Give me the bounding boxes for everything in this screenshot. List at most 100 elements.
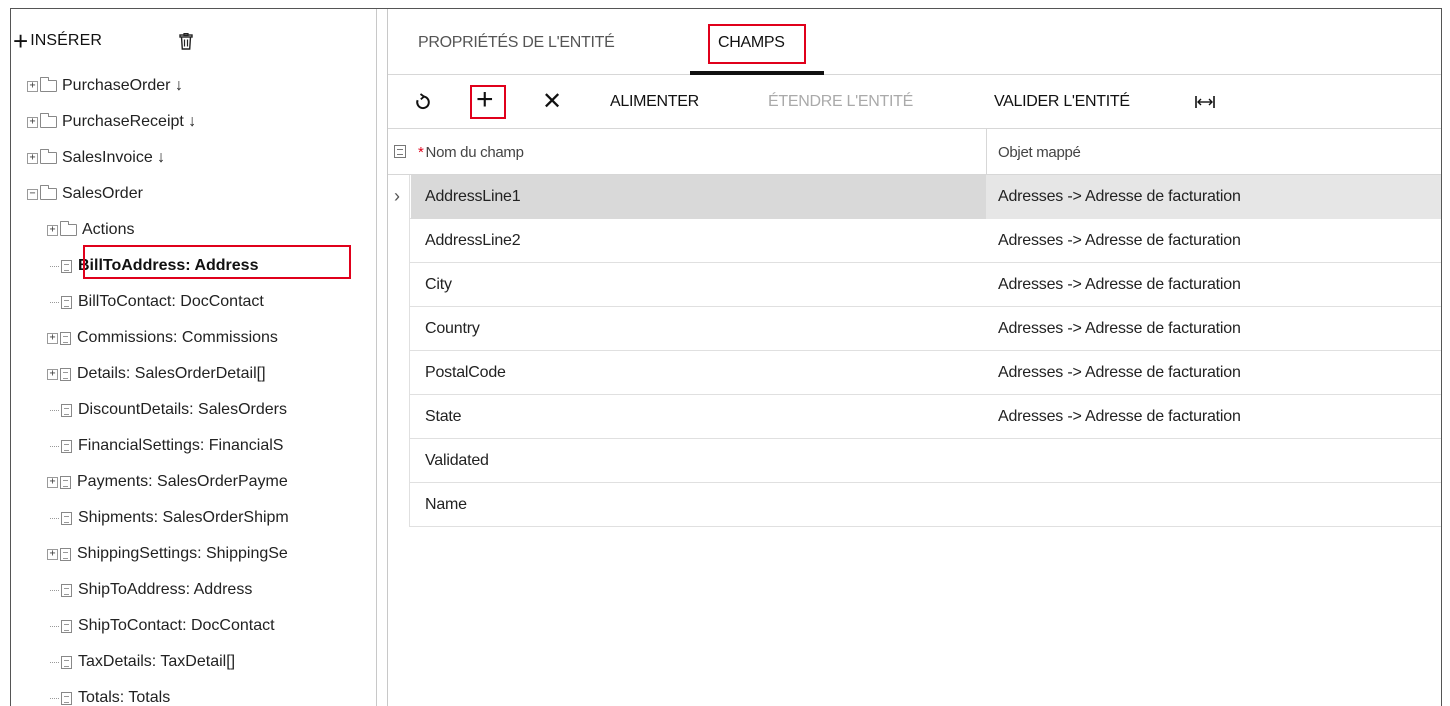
cell-mapped-object[interactable]: Adresses -> Adresse de facturation [986,263,1441,307]
cell-mapped-object[interactable]: Adresses -> Adresse de facturation [986,351,1441,395]
tree-node[interactable]: TaxDetails: TaxDetail[] [47,647,235,677]
tree-node[interactable]: + PurchaseOrder ↓ [27,71,183,101]
cell-field-name[interactable]: PostalCode [411,351,986,395]
tab-entity-properties[interactable]: PROPRIÉTÉS DE L'ENTITÉ [418,34,615,52]
document-icon [60,331,71,345]
cell-mapped-object[interactable] [986,483,1441,527]
tree-node[interactable]: + SalesInvoice ↓ [27,143,165,173]
row-selector[interactable] [388,439,410,483]
cell-field-name[interactable]: Validated [411,439,986,483]
cell-field-name[interactable]: Country [411,307,986,351]
tree-node[interactable]: ShipToContact: DocContact [47,611,275,641]
column-settings-icon[interactable] [394,145,406,158]
tree-connector [50,589,59,591]
folder-icon [40,113,57,128]
folder-icon [40,185,57,200]
table-row[interactable]: Name [388,483,1441,527]
tree-node[interactable]: Totals: Totals [47,683,170,706]
document-icon [61,259,72,273]
current-row-arrow-icon: › [394,186,400,206]
table-row[interactable]: State Adresses -> Adresse de facturation [388,395,1441,439]
cell-field-name[interactable]: State [411,395,986,439]
extend-entity-button[interactable]: ÉTENDRE L'ENTITÉ [768,93,913,111]
document-icon [61,511,72,525]
folder-icon [60,221,77,236]
cell-mapped-object[interactable]: Adresses -> Adresse de facturation [986,219,1441,263]
expand-icon[interactable]: + [27,80,38,92]
tree-connector [50,445,59,447]
tree-node[interactable]: Shipments: SalesOrderShipm [47,503,289,533]
tree-connector [50,697,59,699]
document-icon [61,403,72,417]
cell-field-name[interactable]: AddressLine1 [411,175,986,219]
table-row[interactable]: AddressLine2 Adresses -> Adresse de factu… [388,219,1441,263]
folder-icon [40,77,57,92]
row-selector[interactable] [388,351,410,395]
document-icon [61,439,72,453]
column-header-field-name[interactable]: * Nom du champ [418,144,524,161]
cell-mapped-object[interactable] [986,439,1441,483]
tree-node-label: Actions [82,221,135,238]
cell-field-name[interactable]: AddressLine2 [411,219,986,263]
table-row[interactable]: › AddressLine1 Adresses -> Adresse de fact… [388,175,1441,219]
feed-button[interactable]: ALIMENTER [610,93,699,111]
tree-node-label: Totals: Totals [78,689,171,706]
table-row[interactable]: PostalCode Adresses -> Adresse de factura… [388,351,1441,395]
row-selector[interactable] [388,263,410,307]
delete-row-icon[interactable]: ✕ [542,87,562,117]
tree-node[interactable]: DiscountDetails: SalesOrders [47,395,287,425]
table-row[interactable]: Validated [388,439,1441,483]
tree-node-label: Details: SalesOrderDetail[] [77,365,266,382]
tree-node[interactable]: + Details: SalesOrderDetail[] [47,359,266,389]
collapse-icon[interactable]: − [27,188,38,200]
insert-button[interactable]: + INSÉRER [13,26,103,56]
cell-field-name[interactable]: Name [411,483,986,527]
cell-mapped-object[interactable]: Adresses -> Adresse de facturation [986,395,1441,439]
column-separator[interactable] [986,129,987,175]
grid-header: * Nom du champ Objet mappé [388,129,1441,175]
row-selector[interactable]: › [388,175,410,219]
expand-icon[interactable]: + [47,476,58,488]
table-row[interactable]: City Adresses -> Adresse de facturation [388,263,1441,307]
tree-node-label: SalesOrder [62,185,143,202]
cell-field-name[interactable]: City [411,263,986,307]
column-header-field-name-label: Nom du champ [425,144,524,161]
plus-icon[interactable]: + [476,83,494,117]
row-selector[interactable] [388,219,410,263]
tree-node[interactable]: BillToContact: DocContact [47,287,264,317]
fit-columns-icon[interactable] [1194,94,1216,110]
tree-node-label: Commissions: Commissions [77,329,278,346]
row-selector[interactable] [388,395,410,439]
expand-icon[interactable]: + [47,224,58,236]
tab-bar: PROPRIÉTÉS DE L'ENTITÉ CHAMPS [388,9,1441,75]
expand-icon[interactable]: + [47,548,58,560]
tree-node[interactable]: ShipToAddress: Address [47,575,252,605]
tree-node-label: ShipToAddress: Address [78,581,253,598]
tree-connector [50,661,59,663]
insert-label: INSÉRER [30,32,103,49]
tree-node[interactable]: + Commissions: Commissions [47,323,278,353]
tree-node[interactable]: FinancialSettings: FinancialS [47,431,283,461]
tree-node[interactable]: + Payments: SalesOrderPayme [47,467,288,497]
tree-node[interactable]: + ShippingSettings: ShippingSe [47,539,288,569]
expand-icon[interactable]: + [27,152,38,164]
validate-entity-button[interactable]: VALIDER L'ENTITÉ [994,93,1130,111]
cell-mapped-object[interactable]: Adresses -> Adresse de facturation [986,307,1441,351]
tree-node[interactable]: − SalesOrder [27,179,143,209]
table-row[interactable]: Country Adresses -> Adresse de facturatio… [388,307,1441,351]
expand-icon[interactable]: + [27,116,38,128]
row-selector[interactable] [388,483,410,527]
document-icon [60,547,71,561]
expand-icon[interactable]: + [47,368,58,380]
tree-node-label: Payments: SalesOrderPayme [77,473,288,490]
refresh-icon[interactable] [414,93,432,111]
tree-node[interactable]: + Actions [47,215,134,245]
tree-node[interactable]: + PurchaseReceipt ↓ [27,107,196,137]
plus-icon: + [13,26,29,56]
expand-icon[interactable]: + [47,332,58,344]
trash-icon[interactable] [179,33,193,50]
cell-mapped-object[interactable]: Adresses -> Adresse de facturation [986,175,1441,219]
tree-node-label: TaxDetails: TaxDetail[] [78,653,236,670]
row-selector[interactable] [388,307,410,351]
column-header-mapped-object[interactable]: Objet mappé [998,144,1081,161]
